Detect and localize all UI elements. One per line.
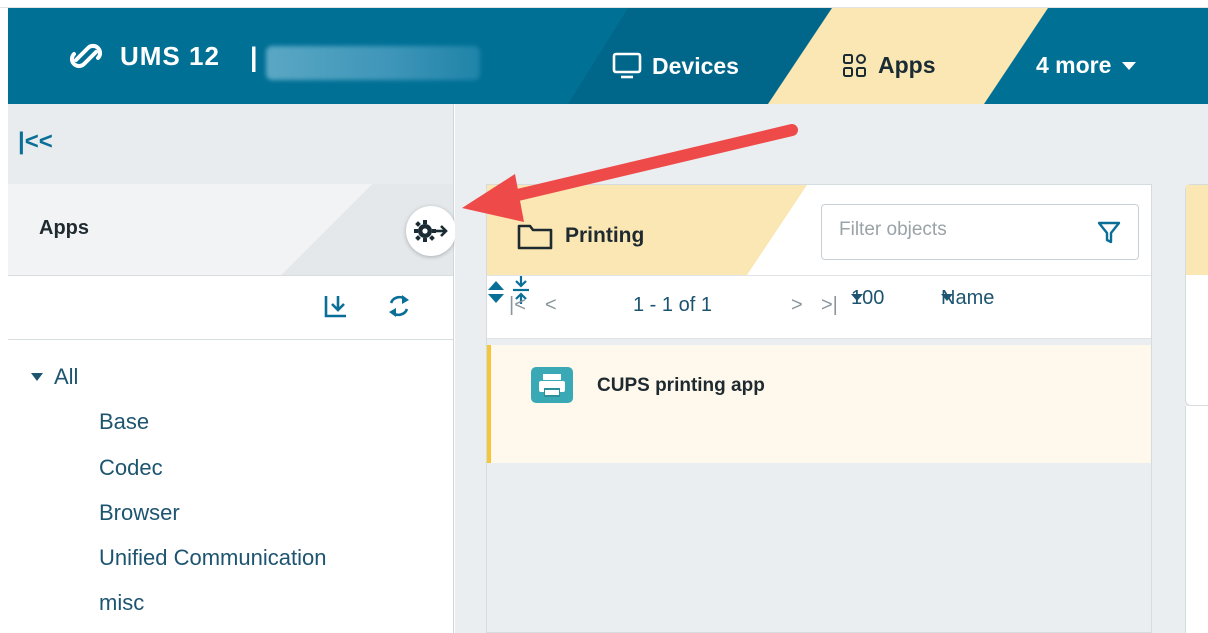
main-content: Printing |< < 1 - 1 of 1 > >| 100 Name — [455, 104, 1208, 633]
refresh-icon[interactable] — [386, 292, 412, 320]
nav-devices-label: Devices — [652, 52, 739, 79]
app-title: UMS 12 — [120, 41, 220, 71]
sort-order-icon[interactable] — [487, 280, 505, 304]
filter-objects-field[interactable] — [821, 204, 1139, 260]
prev-page-button[interactable]: < — [545, 294, 557, 317]
toggle-details-button[interactable] — [406, 206, 456, 256]
folder-panel: Printing |< < 1 - 1 of 1 > >| 100 Name — [486, 184, 1152, 633]
nav-devices[interactable]: Devices — [612, 52, 739, 80]
tree-item-unified-communication[interactable]: Unified Communication — [99, 545, 326, 571]
panel-header: Printing — [487, 185, 1151, 275]
folder-icon — [517, 224, 553, 250]
nav-more-menu[interactable]: 4 more — [1036, 52, 1137, 79]
page-range: 1 - 1 of 1 — [633, 294, 712, 316]
details-panel-edge — [1185, 184, 1208, 406]
igel-logo-icon[interactable] — [68, 38, 104, 74]
page-top-strip — [0, 0, 1208, 8]
folder-title: Printing — [517, 222, 644, 250]
nav-apps-label: Apps — [878, 52, 936, 78]
caret-down-icon — [1122, 61, 1137, 70]
tree-item-all[interactable]: All — [30, 364, 78, 390]
page-size-value: 100 — [851, 286, 885, 309]
sidebar: |<< Apps All Base Codec Browser Unified … — [8, 104, 454, 633]
tree-item-misc[interactable]: misc — [99, 590, 144, 616]
next-page-button[interactable]: > — [791, 294, 803, 317]
page-size-select[interactable]: 100 — [851, 287, 884, 309]
details-panel-highlight — [1186, 185, 1208, 275]
first-page-button[interactable]: |< — [509, 294, 526, 317]
filter-input[interactable] — [839, 219, 1079, 241]
caret-down-icon[interactable] — [30, 372, 44, 382]
pagination-bar: |< < 1 - 1 of 1 > >| 100 Name — [487, 275, 1151, 339]
sidebar-section-header: Apps — [8, 184, 453, 276]
nav-apps[interactable]: Apps — [842, 52, 936, 79]
funnel-icon[interactable] — [1096, 219, 1122, 245]
sidebar-toolbar — [8, 276, 453, 340]
import-icon[interactable] — [322, 292, 350, 320]
redacted-server-name — [266, 46, 480, 80]
gear-arrow-icon — [414, 220, 448, 242]
monitor-icon — [612, 52, 642, 79]
app-header: UMS 12 | Devices Apps 4 more — [8, 8, 1208, 104]
details-panel-lower-edge — [1185, 406, 1208, 633]
sidebar-section-title: Apps — [39, 217, 89, 239]
tree-item-label: All — [54, 364, 79, 389]
sidebar-collapse-row: |<< — [8, 104, 453, 184]
tree-item-browser[interactable]: Browser — [99, 500, 180, 526]
sort-field-value: Name — [941, 286, 995, 309]
tree-item-base[interactable]: Base — [99, 409, 149, 435]
app-category-tree: All Base Codec Browser Unified Communica… — [8, 340, 453, 615]
app-list: CUPS printing app — [487, 339, 1151, 632]
list-item-label: CUPS printing app — [597, 375, 765, 396]
grid-icon — [843, 53, 866, 77]
printer-icon — [531, 367, 573, 403]
title-separator: | — [250, 42, 258, 72]
collapse-sidebar-button[interactable]: |<< — [18, 128, 53, 156]
sort-field-select[interactable]: Name — [941, 287, 994, 309]
list-item[interactable]: CUPS printing app — [487, 345, 1151, 463]
tree-item-codec[interactable]: Codec — [99, 455, 163, 481]
nav-more-label: 4 more — [1036, 52, 1112, 78]
folder-title-label: Printing — [565, 224, 645, 247]
last-page-button[interactable]: >| — [821, 294, 838, 317]
